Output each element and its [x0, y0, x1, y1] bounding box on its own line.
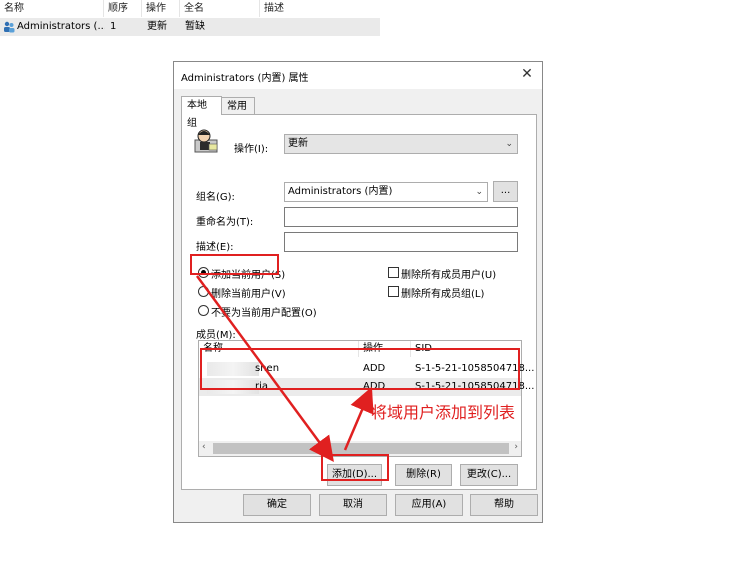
arrow-to-add-button — [195, 275, 334, 463]
arrow-to-members — [343, 386, 374, 451]
tab-local-group[interactable]: 本地组 — [181, 96, 222, 129]
annotation-arrows — [195, 275, 374, 463]
annotation-label: 将域用户添加到列表 — [371, 403, 516, 422]
